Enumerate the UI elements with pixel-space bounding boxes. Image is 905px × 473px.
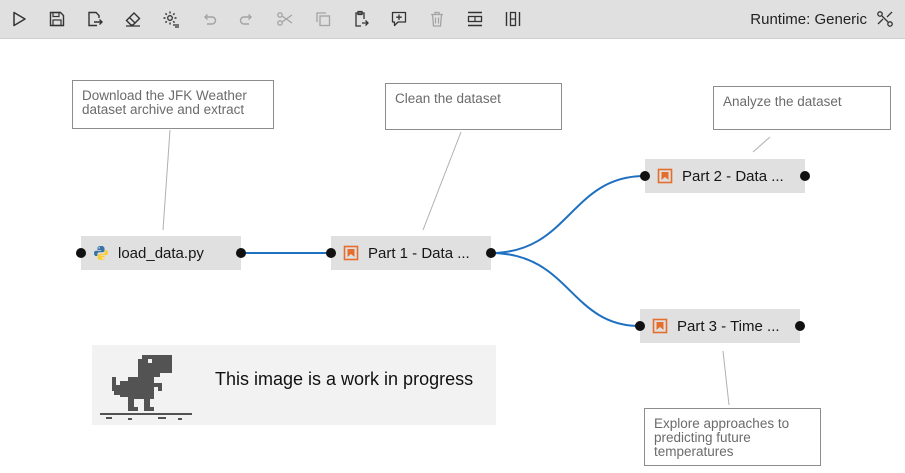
undo-icon — [204, 14, 217, 25]
comment-analyze-text: Analyze the dataset — [723, 94, 842, 109]
link-part1-to-part2[interactable] — [490, 175, 646, 254]
work-in-progress-text: This image is a work in progress — [215, 369, 474, 389]
comment-connector-explore — [722, 350, 730, 406]
port-part3-in[interactable] — [635, 321, 645, 331]
eraser-icon — [125, 12, 141, 27]
comment-download[interactable]: Download the JFK Weather dataset archive… — [72, 80, 274, 129]
cut-icon — [277, 12, 293, 26]
comment-connector-download — [162, 129, 171, 231]
add-comment-button[interactable] — [386, 6, 412, 32]
link-part1-to-part3[interactable] — [490, 252, 641, 327]
save-pipeline-button[interactable] — [44, 6, 70, 32]
node-part1[interactable]: Part 1 - Data ... — [331, 236, 491, 270]
node-part3-label: Part 3 - Time ... — [677, 317, 780, 335]
comment-analyze[interactable]: Analyze the dataset — [713, 86, 891, 130]
node-load-data[interactable]: load_data.py — [81, 236, 241, 270]
node-load-data-label: load_data.py — [118, 244, 204, 262]
save-icon — [49, 11, 65, 27]
notebook-icon — [652, 318, 668, 334]
export-icon — [88, 11, 103, 27]
arrange-vertical-button[interactable] — [500, 6, 526, 32]
play-icon — [13, 11, 26, 27]
python-icon — [94, 246, 108, 260]
settings-icon — [163, 11, 179, 28]
node-part2-label: Part 2 - Data ... — [682, 167, 784, 185]
dinosaur-icon — [100, 355, 192, 420]
node-part3[interactable]: Part 3 - Time ... — [640, 309, 800, 343]
node-part2[interactable]: Part 2 - Data ... — [645, 159, 805, 193]
notebook-icon — [343, 245, 359, 261]
runtime-settings-icon[interactable] — [875, 9, 895, 29]
paste-icon — [355, 10, 369, 27]
comment-clean-text: Clean the dataset — [395, 91, 501, 106]
copy-button[interactable] — [310, 6, 336, 32]
paste-button[interactable] — [348, 6, 374, 32]
port-part2-in[interactable] — [640, 171, 650, 181]
port-load-data-in[interactable] — [76, 248, 86, 258]
export-pipeline-button[interactable] — [82, 6, 108, 32]
comment-clean[interactable]: Clean the dataset — [385, 83, 562, 130]
port-part1-in[interactable] — [326, 248, 336, 258]
pipeline-toolbar: Runtime: Generic — [0, 0, 905, 39]
comment-connector-clean — [422, 131, 462, 231]
redo-button[interactable] — [234, 6, 260, 32]
node-part1-label: Part 1 - Data ... — [368, 244, 470, 262]
copy-icon — [316, 12, 331, 27]
port-part3-out[interactable] — [795, 321, 805, 331]
notebook-icon — [657, 168, 673, 184]
pipeline-settings-button[interactable] — [158, 6, 184, 32]
delete-button[interactable] — [424, 6, 450, 32]
port-load-data-out[interactable] — [236, 248, 246, 258]
run-pipeline-button[interactable] — [6, 6, 32, 32]
runtime-label: Runtime: Generic — [750, 11, 867, 28]
undo-button[interactable] — [196, 6, 222, 32]
work-in-progress-banner: This image is a work in progress — [92, 345, 496, 425]
port-part1-out[interactable] — [486, 248, 496, 258]
arrange-horizontal-button[interactable] — [462, 6, 488, 32]
comment-explore[interactable]: Explore approaches to predicting future … — [644, 408, 821, 466]
comment-icon — [391, 11, 407, 27]
cut-button[interactable] — [272, 6, 298, 32]
port-part2-out[interactable] — [800, 171, 810, 181]
arrange-horizontal-icon — [467, 11, 483, 27]
comment-connector-analyze — [752, 136, 771, 153]
redo-icon — [239, 14, 252, 25]
clear-pipeline-button[interactable] — [120, 6, 146, 32]
trash-icon — [431, 11, 443, 27]
comment-explore-text: Explore approaches to predicting future … — [654, 416, 790, 459]
comment-download-text: Download the JFK Weather dataset archive… — [82, 88, 247, 117]
arrange-vertical-icon — [505, 11, 521, 27]
